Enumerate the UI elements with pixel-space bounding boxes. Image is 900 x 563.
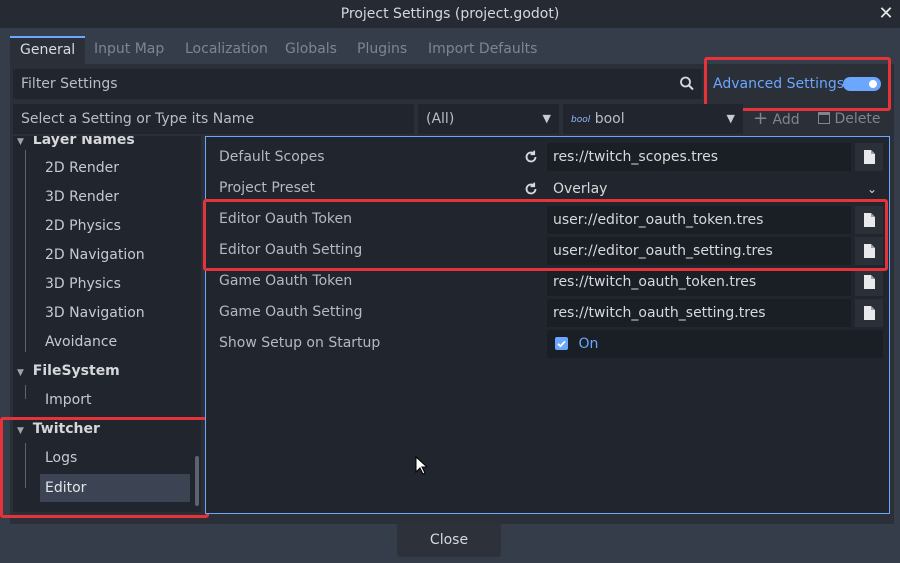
close-window-icon[interactable]: ✕ xyxy=(874,2,898,26)
prop-label-game-oauth-token: Game Oauth Token xyxy=(219,273,353,289)
tab-localization[interactable]: Localization xyxy=(175,36,278,64)
tab-general[interactable]: General xyxy=(10,36,86,64)
bool-type-icon: bool xyxy=(571,115,591,125)
tab-globals[interactable]: Globals xyxy=(275,36,347,64)
plus-icon: + xyxy=(753,108,769,129)
tree-category-filesystem[interactable]: ▼ FileSystem xyxy=(17,357,120,385)
close-button[interactable]: Close xyxy=(397,523,501,557)
filter-settings-input[interactable]: Filter Settings xyxy=(13,69,702,99)
type-dropdown[interactable]: bool bool ▼ xyxy=(563,104,743,134)
revert-icon[interactable] xyxy=(522,148,540,166)
file-icon xyxy=(864,306,875,320)
chevron-down-icon: ▼ xyxy=(17,368,24,378)
file-picker-button[interactable] xyxy=(855,143,883,171)
file-icon xyxy=(864,275,875,289)
tree-item-import[interactable]: Import xyxy=(45,386,91,414)
mouse-cursor-icon xyxy=(415,455,429,476)
trash-icon xyxy=(818,112,830,124)
tree-item-avoidance[interactable]: Avoidance xyxy=(45,328,117,356)
chevron-down-icon: ▼ xyxy=(542,112,551,125)
file-picker-button[interactable] xyxy=(855,299,883,327)
setting-name-input[interactable]: Select a Setting or Type its Name xyxy=(13,104,414,134)
scope-dropdown[interactable]: (All) ▼ xyxy=(418,104,559,134)
tree-item-3d-render[interactable]: 3D Render xyxy=(45,183,119,211)
tree-guide-line xyxy=(25,385,26,399)
prop-label-project-preset: Project Preset xyxy=(219,180,316,196)
tree-item-2d-render[interactable]: 2D Render xyxy=(45,154,119,182)
highlight-twitcher-section xyxy=(0,417,209,518)
tree-item-3d-navigation[interactable]: 3D Navigation xyxy=(45,299,145,327)
tree-item-2d-navigation[interactable]: 2D Navigation xyxy=(45,241,145,269)
show-setup-checkbox[interactable]: On xyxy=(547,330,883,358)
chevron-down-icon: ▼ xyxy=(726,112,735,125)
prop-value-default-scopes[interactable]: res://twitch_scopes.tres xyxy=(547,143,851,171)
file-icon xyxy=(864,150,875,164)
chevron-down-icon: ▼ xyxy=(17,137,24,147)
tab-import-defaults[interactable]: Import Defaults xyxy=(418,36,547,64)
tree-item-3d-physics[interactable]: 3D Physics xyxy=(45,270,121,298)
add-setting-button[interactable]: + Add xyxy=(753,104,808,134)
window-title: Project Settings (project.godot) xyxy=(340,6,560,22)
highlight-editor-oauth xyxy=(203,199,888,271)
prop-label-show-setup-on-startup: Show Setup on Startup xyxy=(219,335,381,351)
tab-input-map[interactable]: Input Map xyxy=(84,36,174,64)
revert-icon[interactable] xyxy=(522,180,540,198)
prop-value-game-oauth-setting[interactable]: res://twitch_oauth_setting.tres xyxy=(547,299,851,327)
prop-value-game-oauth-token[interactable]: res://twitch_oauth_token.tres xyxy=(547,268,851,296)
prop-label-default-scopes: Default Scopes xyxy=(219,149,325,165)
tree-item-2d-physics[interactable]: 2D Physics xyxy=(45,212,121,240)
checkbox-checked-icon xyxy=(555,337,568,350)
tab-plugins[interactable]: Plugins xyxy=(347,36,417,64)
highlight-advanced-settings xyxy=(704,57,891,111)
file-picker-button[interactable] xyxy=(855,268,883,296)
tree-category-layer-names[interactable]: ▼ Layer Names xyxy=(17,136,135,154)
delete-setting-button[interactable]: Delete xyxy=(818,104,890,134)
prop-label-game-oauth-setting: Game Oauth Setting xyxy=(219,304,363,320)
tree-guide-line xyxy=(25,150,26,352)
